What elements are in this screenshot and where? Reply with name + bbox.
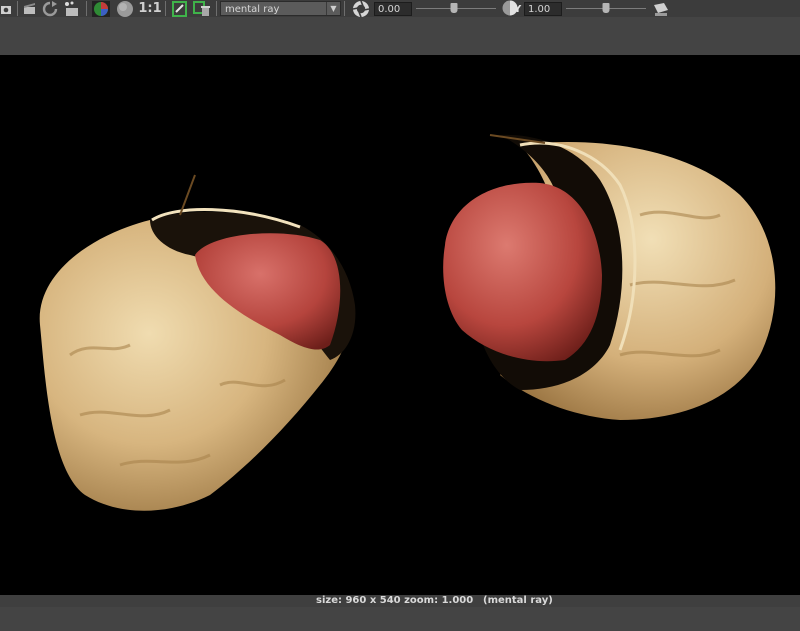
gamma-slider-thumb[interactable] [602, 2, 610, 13]
renderer-dropdown[interactable]: mental ray ▼ [220, 1, 341, 16]
alpha-channel-button[interactable] [112, 0, 138, 17]
toolbar-divider [86, 1, 87, 16]
render-viewport[interactable] [0, 55, 800, 595]
render-view-toolbar: 1:1 mental ray ▼ 0.00 Y 1.00 [0, 0, 800, 17]
renderer-selected-value: mental ray [225, 4, 280, 15]
rendered-image [0, 55, 800, 595]
toolbar-divider [165, 1, 166, 16]
display-settings-icon [654, 2, 668, 16]
image-info-text: size: 960 x 540 zoom: 1.000 [316, 595, 474, 606]
gamma-slider[interactable] [566, 2, 646, 16]
toolbar-divider [344, 1, 345, 16]
exposure-reset-button[interactable] [348, 0, 374, 17]
keep-image-button[interactable] [169, 0, 191, 17]
exposure-field[interactable]: 0.00 [374, 1, 412, 16]
remove-image-icon [193, 0, 210, 16]
exposure-aperture-icon [352, 0, 370, 17]
status-bar: size: 960 x 540 zoom: 1.000 (mental ray) [0, 595, 800, 607]
snapshot-button[interactable] [0, 1, 14, 17]
gamma-reset-button[interactable]: Y [500, 0, 524, 17]
dropdown-arrow-icon: ▼ [326, 2, 340, 15]
toolbar-divider [17, 1, 18, 16]
keep-image-icon [172, 0, 187, 17]
remove-image-button[interactable] [191, 0, 213, 17]
clapper-icon [24, 2, 35, 14]
rgb-channels-icon [92, 0, 110, 17]
refresh-icon [42, 0, 58, 16]
rgb-channels-button[interactable] [90, 0, 112, 17]
camera-icon [1, 5, 11, 14]
redo-render-button[interactable] [39, 0, 61, 17]
gamma-label: Y [514, 3, 522, 15]
toolbar-divider [216, 1, 217, 16]
toolbar-spacer [0, 17, 800, 55]
ipr-render-icon [65, 1, 78, 16]
exposure-slider-thumb[interactable] [450, 2, 458, 13]
exposure-slider[interactable] [416, 2, 496, 16]
ipr-button[interactable] [61, 1, 83, 17]
render-region-button[interactable] [21, 1, 39, 17]
gamma-field[interactable]: 1.00 [524, 1, 562, 16]
real-size-button[interactable]: 1:1 [138, 1, 162, 17]
alpha-channel-icon [117, 0, 133, 17]
display-settings-button[interactable] [650, 1, 672, 17]
renderer-status-text: (mental ray) [483, 595, 553, 606]
